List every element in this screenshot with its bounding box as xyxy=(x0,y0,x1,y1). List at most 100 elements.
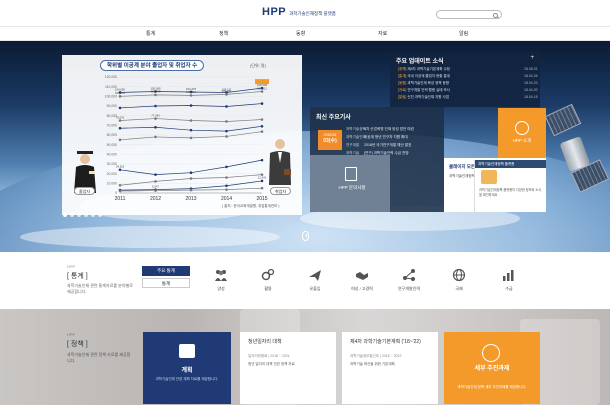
data-point xyxy=(225,105,228,108)
nav-item-trends[interactable]: 동향 xyxy=(296,30,305,37)
slide-dot[interactable] xyxy=(70,213,74,217)
promo-image xyxy=(481,170,497,184)
stat-category-supply[interactable]: 수급 xyxy=(491,268,527,292)
data-label: 75,041 xyxy=(116,115,125,119)
stat-category-women[interactable]: 여성 / 고경력 xyxy=(344,268,380,292)
chart-title: 학위별 이공계 분야 졸업자 및 취업자 수 xyxy=(100,60,205,71)
updates-more-button[interactable]: + xyxy=(530,55,534,61)
stat-category-rnd[interactable]: 연구개발인력 xyxy=(391,268,427,292)
data-point xyxy=(118,189,122,193)
policy-card-basic-plan[interactable]: 제4차 과학기술기본계획 ('18~'22) 과학기술정보통신부 | 2018 … xyxy=(342,332,438,404)
policy-card-text: 과학기술 혁신을 위한 기본계획 xyxy=(350,362,395,366)
data-point xyxy=(260,102,264,105)
info-icon xyxy=(515,121,529,135)
detail-tasks-card[interactable]: 세부 추진과제 과학기술인재 정책 세부 추진과제를 제공합니다. xyxy=(444,332,540,404)
policy-card-sub: 과학기술정보통신부 | 2018 ~ 2022 xyxy=(350,354,402,358)
data-point xyxy=(118,119,122,122)
y-tick-label: 20,000 xyxy=(107,172,117,176)
update-tag: [자료] xyxy=(398,88,407,92)
y-tick-label: 10,000 xyxy=(107,182,117,186)
data-point xyxy=(118,138,122,142)
hpp-intro-tile[interactable]: HPP 소개 xyxy=(498,108,546,158)
scroll-down-icon[interactable] xyxy=(302,231,309,241)
stat-category-label: 국제 xyxy=(455,286,463,291)
data-point xyxy=(154,135,157,139)
slide-dot[interactable] xyxy=(91,213,95,217)
logo-mark: HPP xyxy=(262,6,287,18)
slide-dot[interactable] xyxy=(84,213,88,217)
update-item[interactable]: [자료] 연구개발 인력 활용 실태 조사 18.04.20 xyxy=(398,88,538,93)
plan-card[interactable]: 계획 과학기술인재 관련 계획 자료를 제공합니다. xyxy=(143,332,231,404)
data-point xyxy=(118,95,122,98)
update-item[interactable]: [알림] 신진 과학기술인재 지원 사업 18.04.18 xyxy=(398,95,538,100)
stat-category-label: 양성 xyxy=(217,286,225,291)
data-label: 102,041 xyxy=(221,89,232,93)
solar-panel xyxy=(544,103,582,137)
logo-subtitle: 과학기술인재정책 플랫폼 xyxy=(289,11,336,16)
updates-panel: 주요 업데이트 소식 + [정책] 제4차 과학기술기본계획 수정 18.05.0… xyxy=(390,52,540,107)
data-point xyxy=(260,118,264,121)
data-label: 24,118 xyxy=(116,165,125,169)
site-logo[interactable]: HPP 과학기술인재정책 플랫폼 xyxy=(262,6,336,18)
data-point xyxy=(225,93,228,96)
update-date: 18.04.26 xyxy=(524,74,538,78)
update-item[interactable]: [정책] 제4차 과학기술기본계획 수정 18.05.01 xyxy=(398,67,538,72)
nav-item-resources[interactable]: 자료 xyxy=(378,30,387,37)
detail-tasks-title: 세부 추진과제 xyxy=(474,366,510,372)
stat-category-training[interactable]: 양성 xyxy=(203,268,239,292)
update-tag: [정책] xyxy=(398,67,407,71)
stat-category-label: 여성 / 고경력 xyxy=(351,286,373,291)
data-point xyxy=(189,171,193,174)
policy-card-text: 청년 일자리 대책 관련 정책 자료 xyxy=(248,362,295,366)
data-point xyxy=(225,188,228,191)
stat-category-flow[interactable]: 유출입 xyxy=(297,268,333,292)
slide-dot[interactable] xyxy=(63,213,67,217)
search-input[interactable] xyxy=(436,10,502,19)
nav-item-policy[interactable]: 정책 xyxy=(219,30,228,37)
news-item[interactable]: 연구개발 2018년 국가연구개발 예산 발표 xyxy=(346,143,411,148)
data-point xyxy=(189,94,193,97)
data-point xyxy=(260,125,264,128)
update-text: 연구개발 인력 활용 실태 조사 xyxy=(407,88,450,92)
update-item[interactable]: [통계] 국내 이공계 졸업자 현황 통계 18.04.26 xyxy=(398,74,538,79)
stats-tab-all[interactable]: 통계 xyxy=(142,278,190,288)
y-tick-label: 120,000 xyxy=(105,75,117,79)
update-item[interactable]: [동향] 과학기술인재 육성 정책 동향 18.04.23 xyxy=(398,81,538,86)
x-tick-label: 2015 xyxy=(256,196,267,202)
cloud-shape xyxy=(20,226,280,248)
data-point xyxy=(118,106,122,110)
news-text: 이공계 청년 연구자 지원 확대 xyxy=(364,135,408,139)
promo-card[interactable]: 과학기술인재정책 플랫폼 과학기술인재정책 플랫폼의 다양한 정보와 소식을 확… xyxy=(474,160,546,212)
data-label: 100,052 xyxy=(115,91,126,95)
hpp-inquiry-tile[interactable]: HPP 문의사항 xyxy=(310,155,390,212)
news-category: 과학기술정책 xyxy=(346,127,366,131)
detail-tasks-desc: 과학기술인재 정책 세부 추진과제를 제공합니다. xyxy=(457,385,527,389)
y-tick-label: 90,000 xyxy=(107,104,117,108)
policy-card-sub: 일자리위원회 | 2018 ~ 2021 xyxy=(248,354,290,358)
stat-category-usage[interactable]: 활용 xyxy=(250,268,286,292)
stats-section-desc: 과학기술인재 관련 통계자료를 분야별로 제공합니다. xyxy=(67,283,133,294)
slide-dot[interactable] xyxy=(98,213,102,217)
handshake-icon xyxy=(356,272,368,280)
update-text: 제4차 과학기술기본계획 수정 xyxy=(407,67,450,71)
chart-source: ( 출처 : 한국교육개발원, 취업통계연보 ) xyxy=(222,204,280,208)
news-item[interactable]: 과학기술정책4차 산업혁명 인재 양성 방안 마련 xyxy=(346,127,414,132)
gears-icon xyxy=(261,268,275,281)
data-label: 12,541 xyxy=(258,176,267,180)
news-item[interactable]: 과학기술인재이공계 청년 연구자 지원 확대 xyxy=(346,135,408,140)
policy-card-youth-jobs[interactable]: 청년일자리 대책 일자리위원회 | 2018 ~ 2021 청년 일자리 대책 … xyxy=(240,332,336,404)
update-tag: [동향] xyxy=(398,81,407,85)
data-point xyxy=(189,177,193,180)
nav-item-notice[interactable]: 알림 xyxy=(459,30,468,37)
x-tick-label: 2011 xyxy=(115,196,126,202)
stat-category-label: 활용 xyxy=(264,286,272,291)
y-tick-label: 60,000 xyxy=(107,133,117,137)
network-icon xyxy=(403,269,415,281)
x-tick-label: 2014 xyxy=(221,196,232,202)
search-icon[interactable] xyxy=(493,12,498,18)
stats-tab-main[interactable]: 주요 통계 xyxy=(142,266,190,276)
worker-figure-icon xyxy=(269,139,291,185)
nav-item-stats[interactable]: 통계 xyxy=(146,30,155,37)
stat-category-international[interactable]: 국제 xyxy=(441,268,477,292)
slide-dot[interactable] xyxy=(77,213,81,217)
